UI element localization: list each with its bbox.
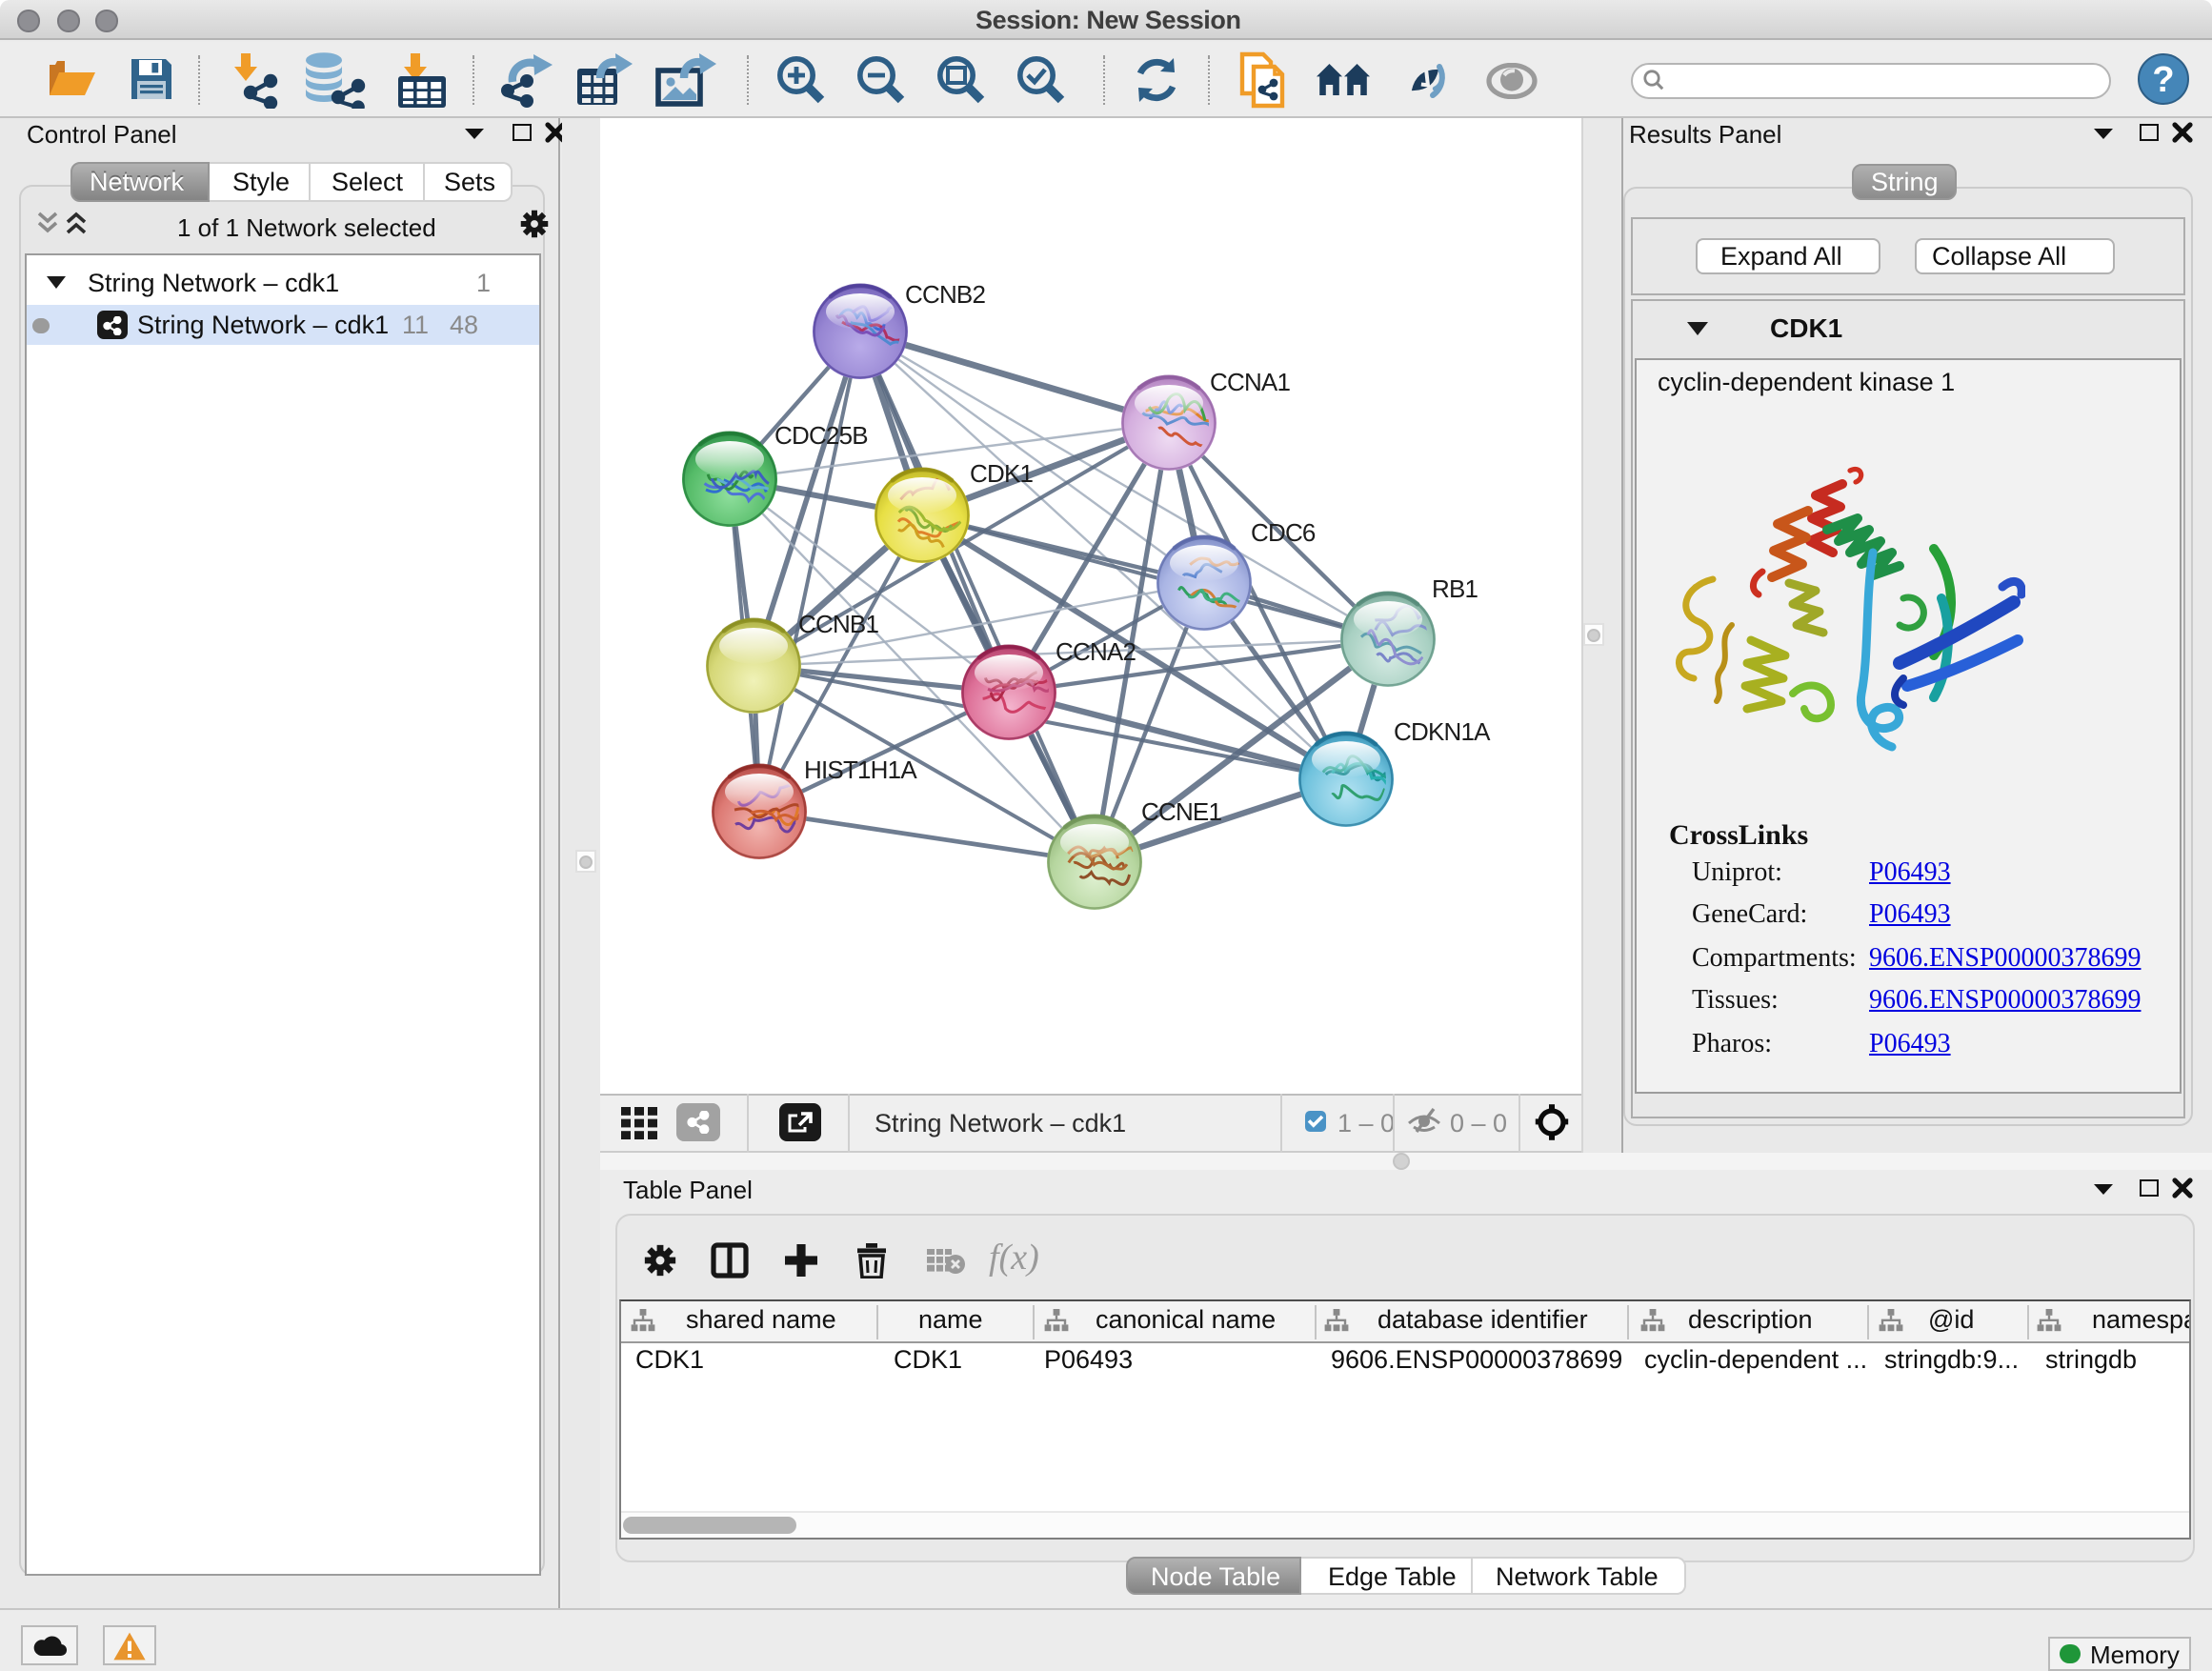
svg-text:CCNA1: CCNA1 [1210,368,1290,396]
svg-text:CCNA2: CCNA2 [1056,637,1136,666]
svg-text:CDC6: CDC6 [1251,518,1316,547]
svg-text:CCNE1: CCNE1 [1141,797,1221,826]
svg-text:CCNB2: CCNB2 [905,280,985,309]
svg-text:CCNB1: CCNB1 [798,610,878,638]
svg-text:CDK1: CDK1 [970,459,1033,488]
svg-text:CDC25B: CDC25B [774,421,868,450]
svg-text:HIST1H1A: HIST1H1A [804,755,917,784]
svg-text:RB1: RB1 [1432,574,1478,603]
svg-text:CDKN1A: CDKN1A [1394,717,1491,746]
svg-text:?: ? [2152,60,2174,100]
